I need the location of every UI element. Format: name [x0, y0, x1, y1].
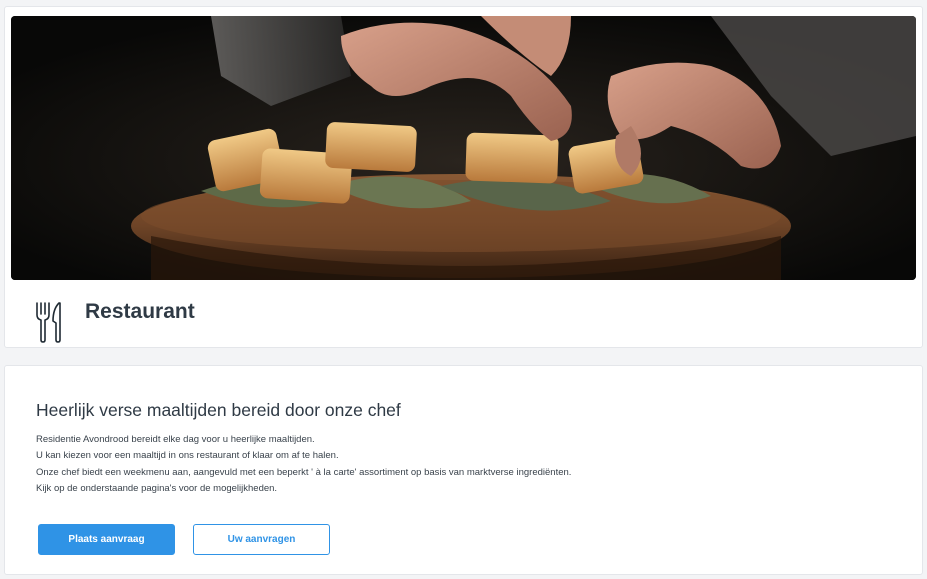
your-requests-button[interactable]: Uw aanvragen: [193, 524, 330, 555]
paragraph-line: Residentie Avondrood bereidt elke dag vo…: [36, 434, 315, 445]
title-row: Restaurant: [5, 280, 922, 348]
cutlery-icon: [35, 301, 63, 343]
place-request-button[interactable]: Plaats aanvraag: [38, 524, 175, 555]
paragraph-line: U kan kiezen voor een maaltijd in ons re…: [36, 450, 339, 462]
page-title: Restaurant: [85, 300, 195, 323]
paragraph-line: Onze chef biedt een weekmenu aan, aangev…: [36, 466, 572, 478]
header-card: Restaurant: [4, 6, 923, 348]
content-heading: Heerlijk verse maaltijden bereid door on…: [36, 400, 401, 420]
content-card: Heerlijk verse maaltijden bereid door on…: [4, 365, 923, 575]
paragraph-line: Kijk op de onderstaande pagina's voor de…: [36, 482, 278, 494]
content-paragraph: Residentie Avondrood bereidt elke dag vo…: [36, 432, 571, 497]
hero-image: [11, 16, 916, 280]
